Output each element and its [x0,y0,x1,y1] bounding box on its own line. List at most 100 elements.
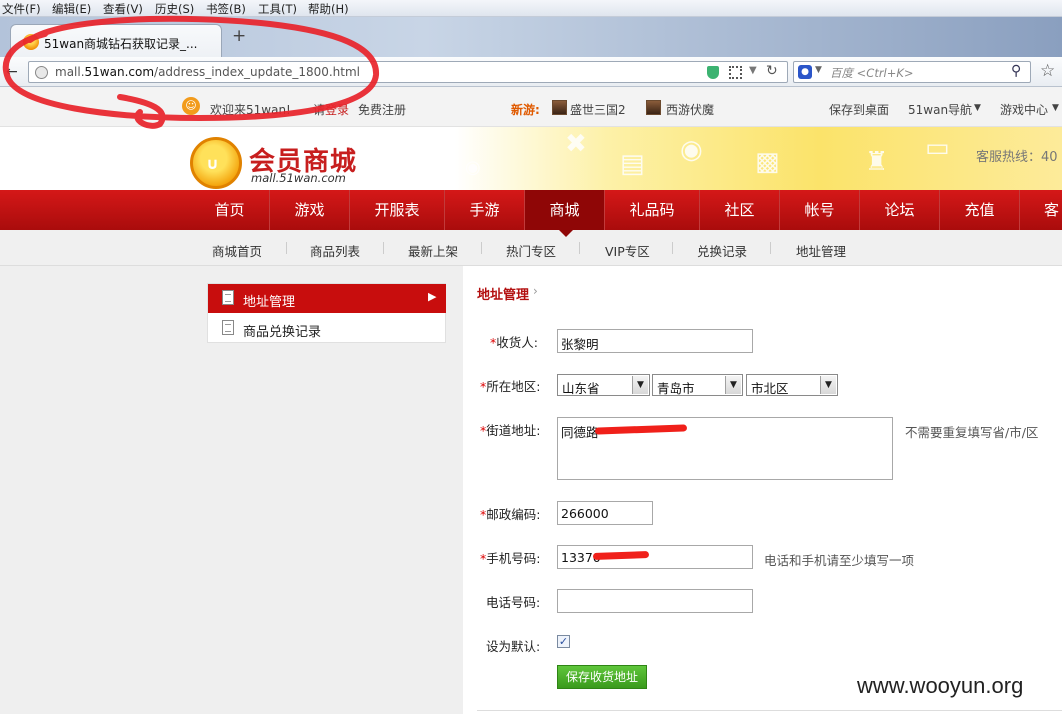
header-banner: ◉ ✖ ▤ ◉ ▩ ♜ ▭ [455,127,1062,190]
menu-history[interactable]: 历史(S) [155,1,194,17]
menu-view[interactable]: 查看(V) [103,1,143,17]
browser-tab[interactable]: 51wan商城钻石获取记录_... [10,24,222,57]
receiver-input[interactable]: 张黎明 [557,329,753,353]
subnav-product-list[interactable]: 商品列表 [310,241,360,260]
menu-bookmarks[interactable]: 书签(B) [206,1,246,17]
baidu-paw-icon[interactable]: ● [798,65,812,79]
register-link[interactable]: 免费注册 [358,101,406,118]
subnav-exchange-records[interactable]: 兑换记录 [697,241,747,260]
menu-help[interactable]: 帮助(H) [308,1,349,17]
region-label-text: 所在地区: [486,379,541,394]
document-icon [222,320,234,335]
mobile-label-text: 手机号码: [486,551,541,566]
login-prompt: 请 [313,103,326,117]
nav-account[interactable]: 帐号 [780,190,860,230]
phone-input[interactable] [557,589,753,613]
save-to-desktop-link[interactable]: 保存到桌面 [829,101,889,118]
nav-recharge[interactable]: 充值 [940,190,1020,230]
zip-input[interactable]: 266000 [557,501,653,525]
breadcrumb[interactable]: 地址管理 [477,284,529,303]
site-favicon-icon [23,34,39,50]
chevron-down-icon[interactable]: ▼ [820,376,836,394]
game-center-dropdown[interactable]: 游戏中心 [1000,101,1048,118]
menu-tools[interactable]: 工具(T) [258,1,297,17]
site-logo-icon: ☺ [182,97,200,115]
address-bar[interactable]: mall.51wan.com/address_index_update_1800… [28,61,788,83]
nav-community[interactable]: 社区 [700,190,780,230]
login-link[interactable]: 登录 [325,101,349,118]
url-prefix: mall. [55,65,85,79]
qr-code-icon[interactable] [729,66,742,79]
save-address-button[interactable]: 保存收货地址 [557,665,647,689]
chevron-right-icon: ▶ [428,290,437,303]
divider [481,242,482,254]
city-value: 青岛市 [657,381,695,396]
search-icon[interactable]: ⚲ [1011,63,1021,79]
subnav-hot-zone[interactable]: 热门专区 [506,241,556,260]
sub-nav: 商城首页 商品列表 最新上架 热门专区 VIP专区 兑换记录 地址管理 [0,230,1062,266]
mobile-input[interactable]: 13370 [557,545,753,569]
subnav-new-arrivals[interactable]: 最新上架 [408,241,458,260]
cake-icon: ▩ [755,147,780,177]
url-domain: 51wan.com [84,65,155,79]
basket-icon: ▤ [620,149,645,179]
logo-subtitle: mall.51wan.com [251,171,346,185]
watermark: www.wooyun.org [857,673,1024,698]
game-link-1[interactable]: 盛世三国2 [570,101,626,118]
document-icon [222,290,234,305]
subnav-vip-zone[interactable]: VIP专区 [605,241,650,260]
bookmark-star-icon[interactable]: ☆ [1040,61,1055,81]
game-thumbnail-icon[interactable] [646,100,661,115]
phone-label: 电话号码: [486,595,541,610]
nav-home[interactable]: 首页 [190,190,270,230]
url-text[interactable]: mall.51wan.com/address_index_update_1800… [55,65,360,79]
nav-gift-code[interactable]: 礼品码 [605,190,700,230]
camera-icon: ◉ [680,135,703,165]
search-bar[interactable]: ● ▼ 百度 <Ctrl+K> ⚲ [793,61,1031,83]
nav-51wan-dropdown[interactable]: 51wan导航 [908,101,972,118]
monitor-icon: ▭ [925,133,950,163]
welcome-text: 欢迎来51wan! [210,103,291,117]
receiver-label-text: 收货人: [496,335,538,350]
nav-server-list[interactable]: 开服表 [350,190,445,230]
nav-mall[interactable]: 商城 [525,190,605,230]
province-value: 山东省 [562,381,600,396]
menu-file[interactable]: 文件(F) [2,1,41,17]
chevron-down-icon[interactable]: ▼ [974,103,981,113]
side-item-exchange-records[interactable]: 商品兑换记录 [208,314,446,343]
back-arrow-icon[interactable]: ← [6,64,18,80]
chevron-down-icon[interactable]: ▼ [725,376,741,394]
mobile-label: *手机号码: [480,548,540,567]
side-item-address-management[interactable]: 地址管理 ▶ [208,284,446,313]
new-tab-icon[interactable]: + [232,28,246,45]
tab-title: 51wan商城钻石获取记录_... [44,37,198,51]
district-value: 市北区 [751,381,789,396]
subnav-address-management[interactable]: 地址管理 [796,241,846,260]
chevron-right-icon: › [533,284,538,298]
nav-mobile-games[interactable]: 手游 [445,190,525,230]
chevron-down-icon[interactable]: ▼ [1052,103,1059,113]
divider [770,242,771,254]
subnav-mall-home[interactable]: 商城首页 [212,241,262,260]
province-select[interactable]: 山东省 ▼ [557,374,650,396]
default-checkbox[interactable]: ✓ [557,635,570,648]
nav-games[interactable]: 游戏 [270,190,350,230]
hotline-text: 客服热线：40 [976,150,1058,165]
game-thumbnail-icon[interactable] [552,100,567,115]
nav-forum[interactable]: 论坛 [860,190,940,230]
game-link-2[interactable]: 西游伏魔 [666,101,714,118]
menu-edit[interactable]: 编辑(E) [52,1,91,17]
shield-icon[interactable] [707,66,719,79]
reload-icon[interactable]: ↻ [766,63,778,79]
browser-nav-bar: ← mall.51wan.com/address_index_update_18… [0,57,1062,87]
chevron-down-icon[interactable]: ▼ [815,65,822,75]
district-select[interactable]: 市北区 ▼ [746,374,838,396]
nav-service[interactable]: 客 [1020,190,1062,230]
divider [383,242,384,254]
default-label: 设为默认: [486,639,541,654]
chevron-down-icon[interactable]: ▼ [749,65,757,76]
side-menu: 地址管理 ▶ 商品兑换记录 [207,283,446,343]
street-label-text: 街道地址: [486,423,541,438]
chevron-down-icon[interactable]: ▼ [632,376,648,394]
city-select[interactable]: 青岛市 ▼ [652,374,743,396]
